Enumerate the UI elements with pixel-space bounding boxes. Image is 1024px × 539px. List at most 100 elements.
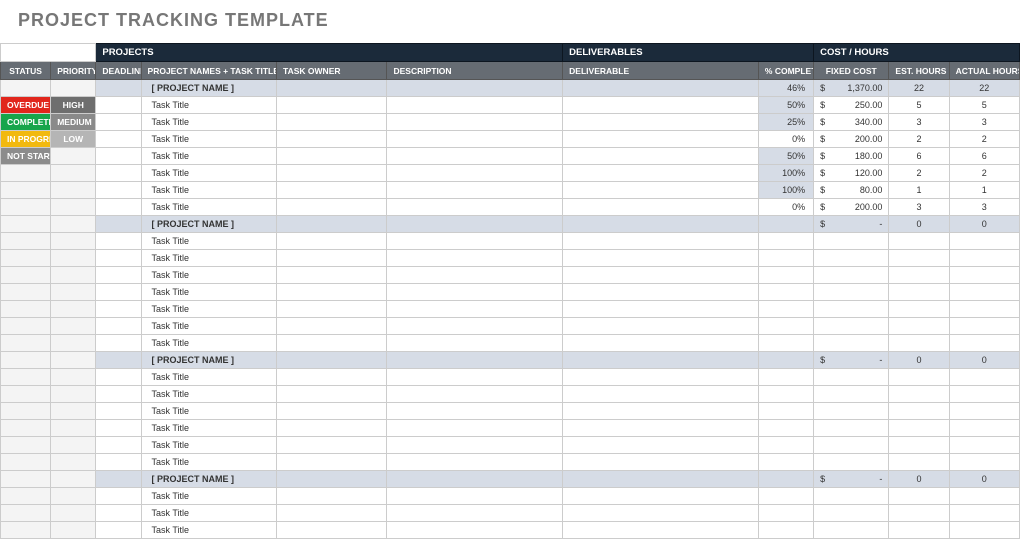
task-name[interactable]: Task Title bbox=[141, 301, 277, 318]
est-cell[interactable]: 6 bbox=[889, 148, 949, 165]
priority-cell[interactable] bbox=[51, 318, 96, 335]
deliverable-cell[interactable] bbox=[563, 454, 759, 471]
pct-cell[interactable]: 50% bbox=[758, 97, 813, 114]
cost-cell[interactable] bbox=[814, 437, 889, 454]
act-cell[interactable] bbox=[949, 335, 1019, 352]
desc-cell[interactable] bbox=[387, 471, 563, 488]
priority-cell[interactable] bbox=[51, 437, 96, 454]
pct-cell[interactable] bbox=[758, 420, 813, 437]
desc-cell[interactable] bbox=[387, 284, 563, 301]
pct-cell[interactable]: 46% bbox=[758, 80, 813, 97]
pct-cell[interactable] bbox=[758, 335, 813, 352]
deadline-cell[interactable] bbox=[96, 165, 141, 182]
deadline-cell[interactable] bbox=[96, 454, 141, 471]
act-cell[interactable]: 0 bbox=[949, 352, 1019, 369]
deliverable-cell[interactable] bbox=[563, 250, 759, 267]
h-pct[interactable]: % COMPLETE bbox=[758, 62, 813, 80]
est-cell[interactable] bbox=[889, 454, 949, 471]
deliverable-cell[interactable] bbox=[563, 216, 759, 233]
task-name[interactable]: Task Title bbox=[141, 114, 277, 131]
task-name[interactable]: Task Title bbox=[141, 488, 277, 505]
est-cell[interactable] bbox=[889, 437, 949, 454]
cost-cell[interactable] bbox=[814, 505, 889, 522]
cost-cell[interactable] bbox=[814, 420, 889, 437]
cost-cell[interactable] bbox=[814, 335, 889, 352]
est-cell[interactable] bbox=[889, 335, 949, 352]
act-cell[interactable]: 5 bbox=[949, 97, 1019, 114]
owner-cell[interactable] bbox=[277, 301, 387, 318]
status-cell[interactable] bbox=[1, 369, 51, 386]
deadline-cell[interactable] bbox=[96, 437, 141, 454]
act-cell[interactable]: 3 bbox=[949, 114, 1019, 131]
cost-cell[interactable]: $1,370.00 bbox=[814, 80, 889, 97]
deliverable-cell[interactable] bbox=[563, 352, 759, 369]
cost-cell[interactable]: $- bbox=[814, 352, 889, 369]
est-cell[interactable] bbox=[889, 318, 949, 335]
priority-cell[interactable] bbox=[51, 216, 96, 233]
task-name[interactable]: Task Title bbox=[141, 97, 277, 114]
desc-cell[interactable] bbox=[387, 386, 563, 403]
owner-cell[interactable] bbox=[277, 386, 387, 403]
priority-cell[interactable] bbox=[51, 335, 96, 352]
cost-cell[interactable]: $180.00 bbox=[814, 148, 889, 165]
pct-cell[interactable] bbox=[758, 301, 813, 318]
task-name[interactable]: Task Title bbox=[141, 437, 277, 454]
owner-cell[interactable] bbox=[277, 165, 387, 182]
owner-cell[interactable] bbox=[277, 352, 387, 369]
cost-cell[interactable]: $120.00 bbox=[814, 165, 889, 182]
task-name[interactable]: Task Title bbox=[141, 165, 277, 182]
owner-cell[interactable] bbox=[277, 97, 387, 114]
cost-cell[interactable] bbox=[814, 267, 889, 284]
task-name[interactable]: Task Title bbox=[141, 148, 277, 165]
status-cell[interactable] bbox=[1, 386, 51, 403]
status-cell[interactable] bbox=[1, 488, 51, 505]
status-cell[interactable] bbox=[1, 403, 51, 420]
est-cell[interactable] bbox=[889, 301, 949, 318]
status-cell[interactable] bbox=[1, 250, 51, 267]
est-cell[interactable]: 1 bbox=[889, 182, 949, 199]
est-cell[interactable]: 5 bbox=[889, 97, 949, 114]
priority-cell[interactable] bbox=[51, 267, 96, 284]
deadline-cell[interactable] bbox=[96, 97, 141, 114]
task-name[interactable]: Task Title bbox=[141, 131, 277, 148]
est-cell[interactable]: 0 bbox=[889, 471, 949, 488]
priority-cell[interactable] bbox=[51, 80, 96, 97]
status-cell[interactable] bbox=[1, 352, 51, 369]
task-name[interactable]: Task Title bbox=[141, 233, 277, 250]
pct-cell[interactable]: 0% bbox=[758, 199, 813, 216]
task-name[interactable]: Task Title bbox=[141, 182, 277, 199]
pct-cell[interactable] bbox=[758, 488, 813, 505]
est-cell[interactable]: 2 bbox=[889, 165, 949, 182]
status-cell[interactable] bbox=[1, 454, 51, 471]
deliverable-cell[interactable] bbox=[563, 165, 759, 182]
desc-cell[interactable] bbox=[387, 148, 563, 165]
deliverable-cell[interactable] bbox=[563, 233, 759, 250]
owner-cell[interactable] bbox=[277, 267, 387, 284]
pct-cell[interactable] bbox=[758, 386, 813, 403]
priority-cell[interactable] bbox=[51, 233, 96, 250]
cost-cell[interactable]: $250.00 bbox=[814, 97, 889, 114]
owner-cell[interactable] bbox=[277, 437, 387, 454]
priority-cell[interactable] bbox=[51, 488, 96, 505]
pct-cell[interactable] bbox=[758, 284, 813, 301]
pct-cell[interactable] bbox=[758, 505, 813, 522]
pct-cell[interactable] bbox=[758, 233, 813, 250]
priority-cell[interactable] bbox=[51, 148, 96, 165]
owner-cell[interactable] bbox=[277, 420, 387, 437]
deliverable-cell[interactable] bbox=[563, 403, 759, 420]
est-cell[interactable] bbox=[889, 403, 949, 420]
desc-cell[interactable] bbox=[387, 454, 563, 471]
h-deadline[interactable]: DEADLINE bbox=[96, 62, 141, 80]
desc-cell[interactable] bbox=[387, 97, 563, 114]
deadline-cell[interactable] bbox=[96, 318, 141, 335]
desc-cell[interactable] bbox=[387, 267, 563, 284]
est-cell[interactable] bbox=[889, 386, 949, 403]
pct-cell[interactable] bbox=[758, 437, 813, 454]
cost-cell[interactable]: $340.00 bbox=[814, 114, 889, 131]
owner-cell[interactable] bbox=[277, 284, 387, 301]
deliverable-cell[interactable] bbox=[563, 80, 759, 97]
act-cell[interactable] bbox=[949, 420, 1019, 437]
owner-cell[interactable] bbox=[277, 250, 387, 267]
est-cell[interactable]: 22 bbox=[889, 80, 949, 97]
deliverable-cell[interactable] bbox=[563, 199, 759, 216]
